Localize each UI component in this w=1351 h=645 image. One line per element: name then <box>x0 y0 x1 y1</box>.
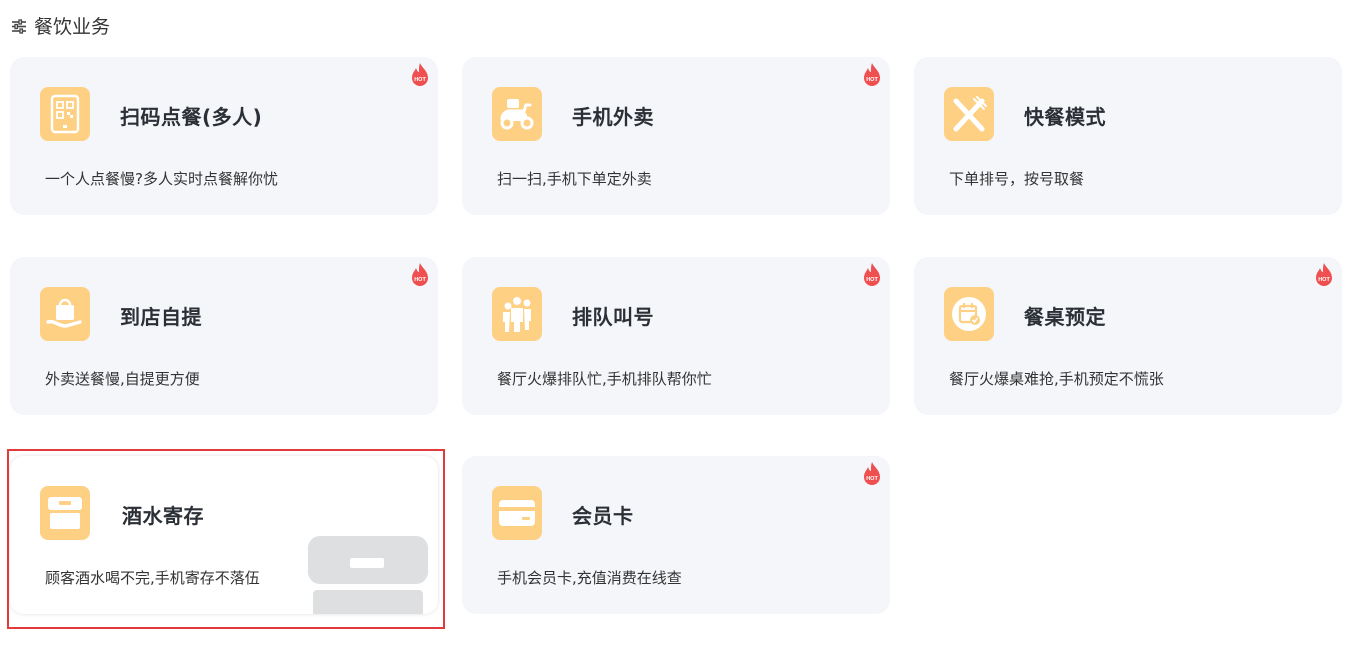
card-desc: 餐厅火爆桌难抢,手机预定不慌张 <box>949 370 1164 388</box>
hot-label: HOT <box>414 277 426 283</box>
hot-label: HOT <box>866 476 878 482</box>
storage-box-icon <box>40 486 90 540</box>
card-desc: 外卖送餐慢,自提更方便 <box>45 370 200 388</box>
card-fast-food[interactable]: 快餐模式 下单排号，按号取餐 <box>914 57 1342 215</box>
member-card-icon <box>492 486 542 540</box>
card-title: 酒水寄存 <box>122 504 204 528</box>
hot-flame-icon: HOT <box>412 263 428 286</box>
hot-flame-icon: HOT <box>864 462 880 485</box>
hot-flame-icon: HOT <box>864 263 880 286</box>
card-title: 会员卡 <box>572 504 634 528</box>
card-queue[interactable]: 排队叫号 餐厅火爆排队忙,手机排队帮你忙 HOT <box>462 257 890 415</box>
storage-box-watermark-icon <box>308 536 428 614</box>
card-title: 快餐模式 <box>1024 105 1106 129</box>
hot-flame-icon: HOT <box>864 63 880 86</box>
card-desc: 顾客酒水喝不完,手机寄存不落伍 <box>45 569 260 587</box>
hot-label: HOT <box>866 277 878 283</box>
card-desc: 餐厅火爆排队忙,手机排队帮你忙 <box>497 370 712 388</box>
card-desc: 手机会员卡,充值消费在线查 <box>497 569 682 587</box>
card-title: 手机外卖 <box>572 105 654 129</box>
section-header: 餐饮业务 <box>10 12 110 39</box>
hot-flame-icon: HOT <box>412 63 428 86</box>
sliders-icon <box>12 18 26 34</box>
card-title: 餐桌预定 <box>1024 305 1106 329</box>
card-title: 排队叫号 <box>572 305 654 329</box>
card-table-reservation[interactable]: 餐桌预定 餐厅火爆桌难抢,手机预定不慌张 HOT <box>914 257 1342 415</box>
card-desc: 一个人点餐慢?多人实时点餐解你忧 <box>45 170 278 188</box>
card-desc: 下单排号，按号取餐 <box>949 170 1085 188</box>
fork-knife-icon <box>944 87 994 141</box>
calendar-check-icon <box>944 287 994 341</box>
hot-label: HOT <box>414 77 426 83</box>
hot-label: HOT <box>866 77 878 83</box>
queue-people-icon <box>492 287 542 341</box>
card-title: 到店自提 <box>120 305 202 329</box>
card-membership[interactable]: 会员卡 手机会员卡,充值消费在线查 HOT <box>462 456 890 614</box>
card-self-pickup[interactable]: 到店自提 外卖送餐慢,自提更方便 HOT <box>10 257 438 415</box>
card-title: 扫码点餐(多人) <box>120 105 263 129</box>
card-scan-order[interactable]: 扫码点餐(多人) 一个人点餐慢?多人实时点餐解你忧 HOT <box>10 57 438 215</box>
pickup-bag-icon <box>40 287 90 341</box>
card-drink-storage[interactable]: 酒水寄存 顾客酒水喝不完,手机寄存不落伍 <box>10 456 438 614</box>
section-title: 餐饮业务 <box>34 16 111 38</box>
hot-flame-icon: HOT <box>1316 263 1332 286</box>
qr-code-icon <box>40 87 90 141</box>
card-desc: 扫一扫,手机下单定外卖 <box>497 170 652 188</box>
card-takeaway[interactable]: 手机外卖 扫一扫,手机下单定外卖 HOT <box>462 57 890 215</box>
scooter-icon <box>492 87 542 141</box>
hot-label: HOT <box>1318 277 1330 283</box>
